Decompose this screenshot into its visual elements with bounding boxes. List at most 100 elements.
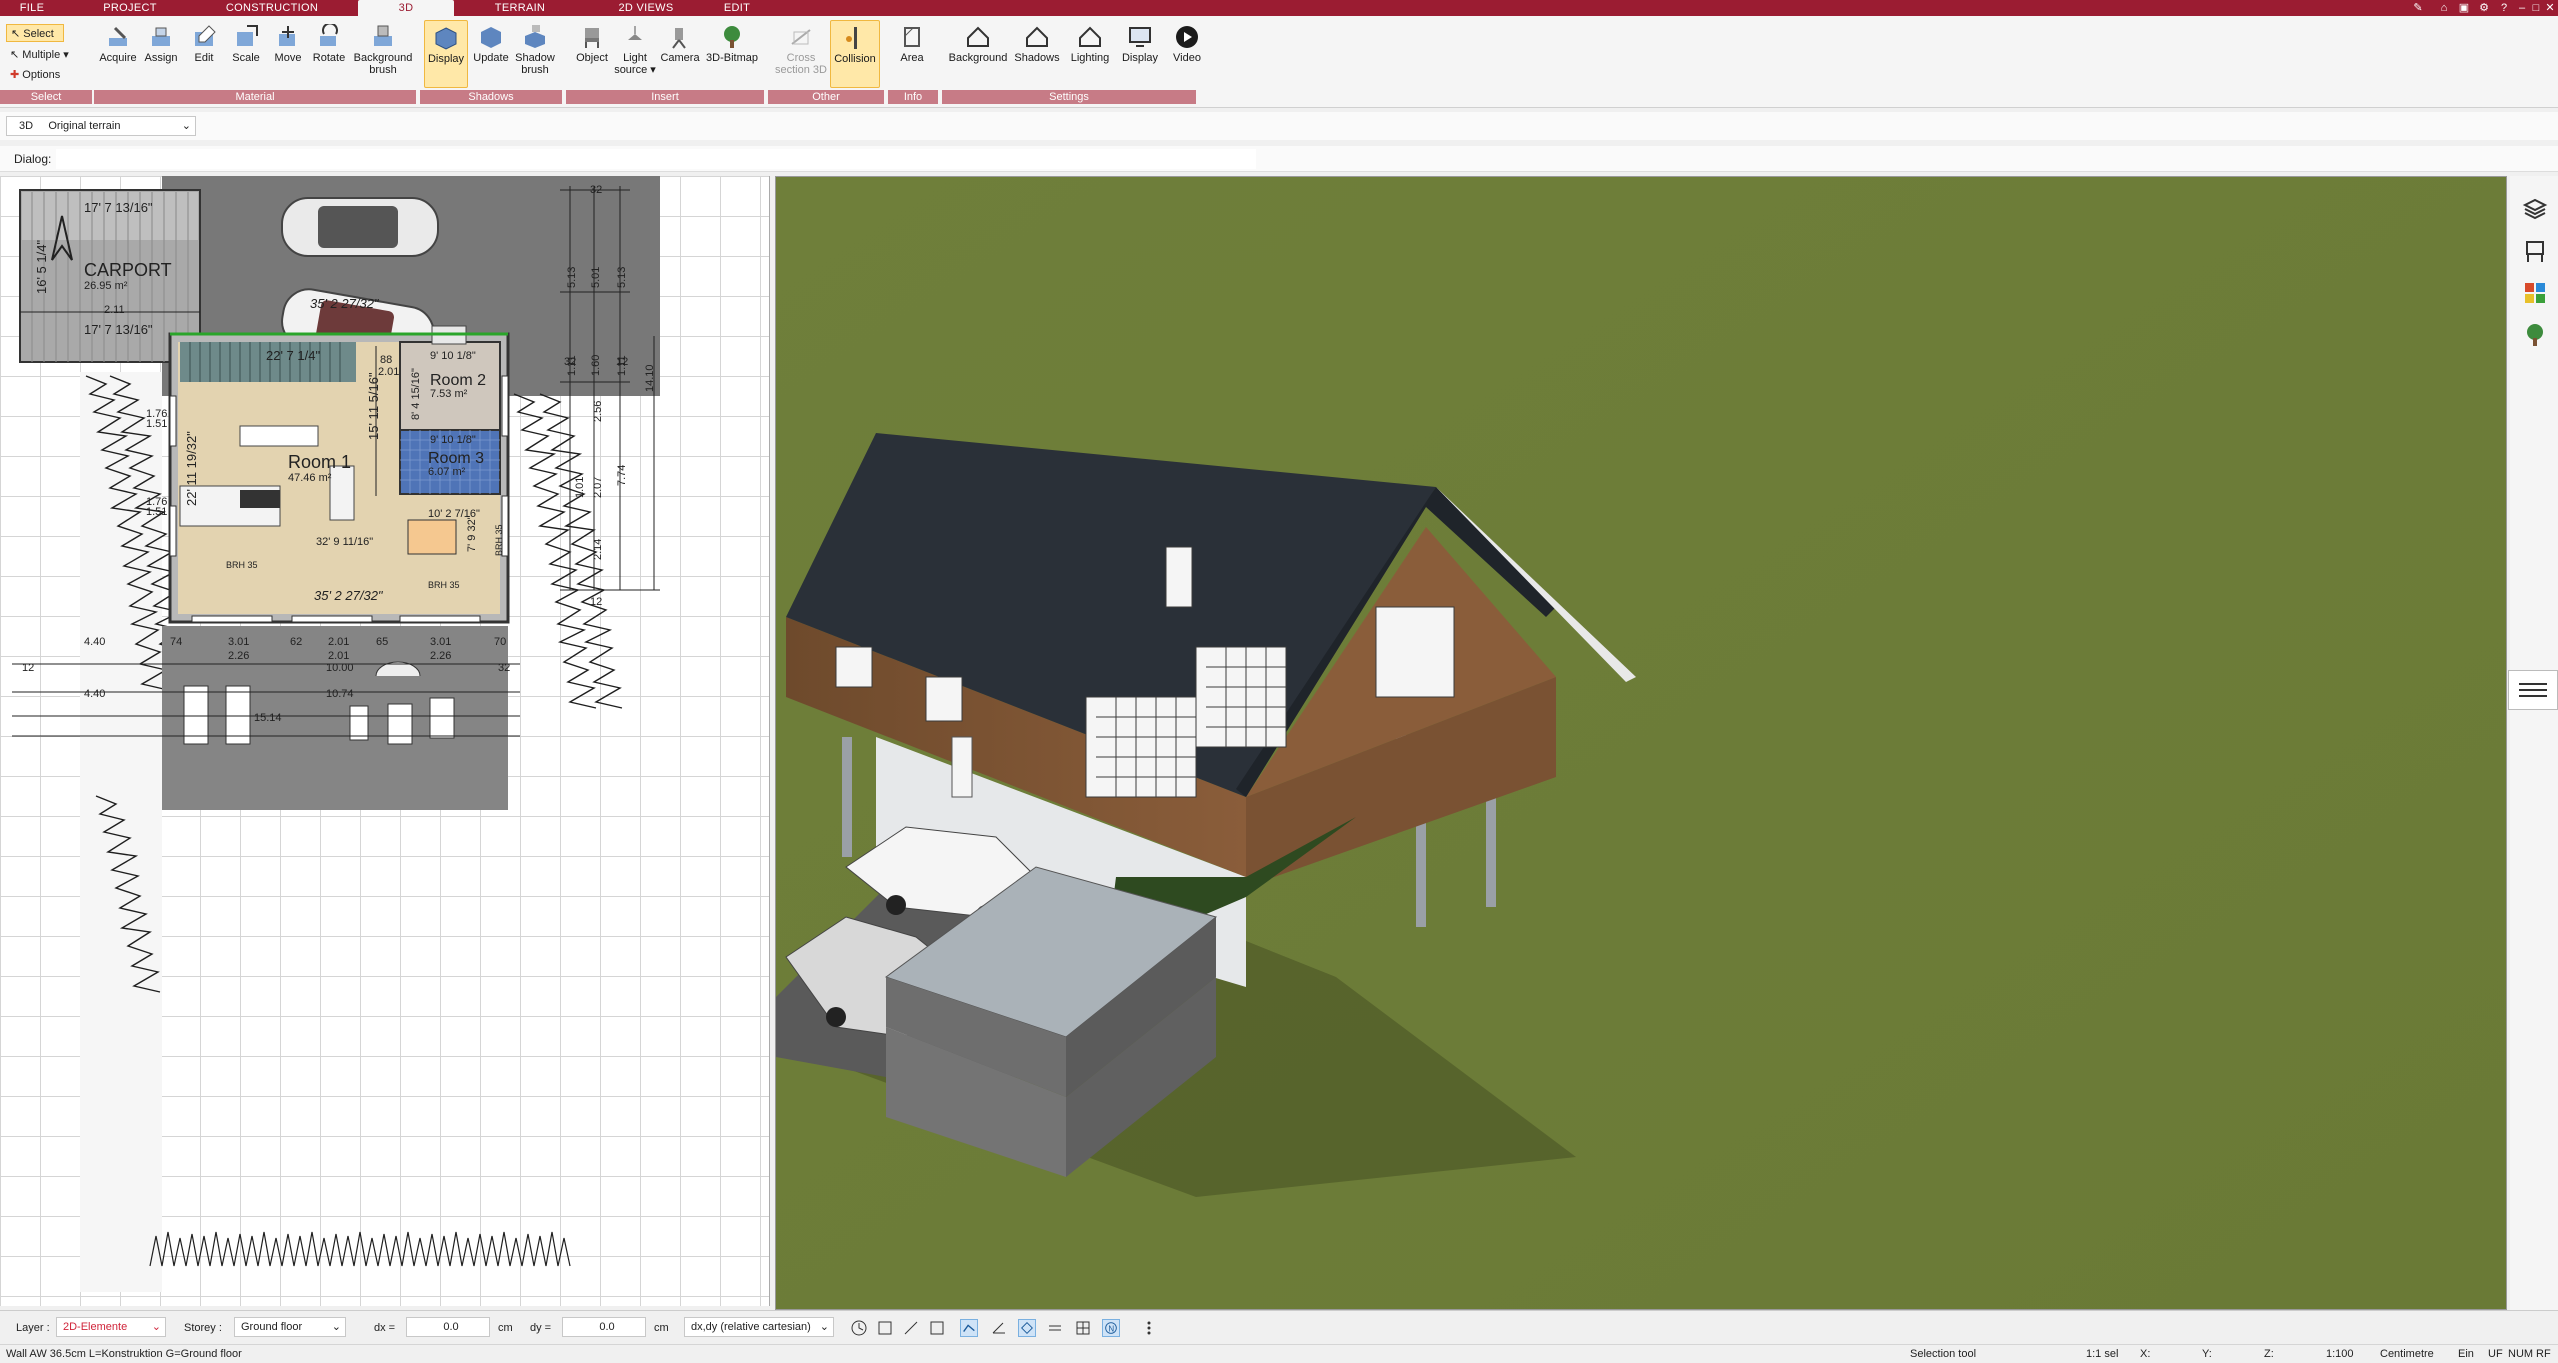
dx-unit: cm xyxy=(498,1322,513,1334)
help-icon[interactable]: ? xyxy=(2498,2,2510,14)
layers-icon[interactable] xyxy=(2522,196,2548,222)
video-button[interactable]: Video xyxy=(1166,20,1208,88)
acquire-button[interactable]: Acquire xyxy=(96,20,140,88)
tab-construction[interactable]: CONSTRUCTION xyxy=(222,0,322,16)
right-dim-9: 2.56 xyxy=(592,400,604,422)
lower-dim-1: 4.40 xyxy=(84,636,106,648)
layout-icon[interactable]: ▣ xyxy=(2458,2,2470,14)
tab-project[interactable]: PROJECT xyxy=(90,0,170,16)
move-button[interactable]: Move xyxy=(268,20,308,88)
layers-small-icon[interactable] xyxy=(1046,1319,1064,1337)
camera-icon xyxy=(672,28,686,49)
north-icon[interactable]: N xyxy=(1102,1319,1120,1337)
angle-icon[interactable] xyxy=(990,1319,1008,1337)
layer-select[interactable]: 2D-Elemente ⌄ xyxy=(56,1317,166,1337)
settings-icon[interactable]: ⚙ xyxy=(2478,2,2490,14)
right-dim-11: 2.14 xyxy=(592,538,604,560)
close-icon[interactable]: ✕ xyxy=(2544,2,2556,14)
status-selection-count: 1:1 sel xyxy=(2086,1348,2119,1360)
lower-dim-11: 2.26 xyxy=(430,650,452,662)
scale-button[interactable]: Scale xyxy=(226,20,266,88)
carport-width-top: 17' 7 13/16" xyxy=(84,200,153,215)
edit-material-button[interactable]: Edit xyxy=(184,20,224,88)
hedge-right-strokes xyxy=(513,393,623,709)
background-settings-button[interactable]: Background xyxy=(946,20,1010,88)
tab-3d[interactable]: 3D xyxy=(358,0,454,16)
dx-input[interactable]: 0.0 xyxy=(406,1317,490,1337)
carport-width-bottom: 17' 7 13/16" xyxy=(84,322,153,337)
status-rf: RF xyxy=(2536,1348,2551,1360)
grid-snap-icon[interactable] xyxy=(928,1319,946,1337)
right-dim-8: 7.74 xyxy=(616,464,628,486)
group-label-material: Material xyxy=(94,90,416,104)
tools-icon[interactable]: ✎ xyxy=(2412,2,2424,14)
object-snap-icon[interactable] xyxy=(1018,1319,1036,1337)
coordinate-mode-select[interactable]: dx,dy (relative cartesian) ⌄ xyxy=(684,1317,834,1337)
tab-file[interactable]: FILE xyxy=(0,0,64,16)
maximize-icon[interactable]: □ xyxy=(2530,2,2542,14)
snap-icon[interactable] xyxy=(876,1319,894,1337)
shadow-brush-button[interactable]: Shadow brush xyxy=(512,20,558,88)
select-button[interactable]: ↖ Select xyxy=(6,24,64,42)
object-button[interactable]: Object xyxy=(570,20,614,88)
furniture-icon[interactable] xyxy=(2522,238,2548,264)
panel-toggle-button[interactable] xyxy=(2508,670,2558,710)
group-label-info: Info xyxy=(888,90,938,104)
assign-button[interactable]: Assign xyxy=(140,20,182,88)
collision-button[interactable]: Collision xyxy=(830,20,880,88)
dialog-input[interactable] xyxy=(56,149,1256,169)
materials-icon[interactable] xyxy=(2522,280,2548,306)
brush-icon xyxy=(374,25,392,46)
storey-label: Storey : xyxy=(184,1322,222,1334)
floor-plan-2d-view[interactable]: 17' 7 13/16" CARPORT 26.95 m² 17' 7 13/1… xyxy=(0,176,770,1306)
lighting-house-icon xyxy=(1079,26,1101,47)
plants-icon[interactable] xyxy=(2522,322,2548,348)
storey-select[interactable]: Ground floor ⌄ xyxy=(234,1317,346,1337)
home-icon[interactable]: ⌂ xyxy=(2438,2,2450,14)
tab-2d-views[interactable]: 2D VIEWS xyxy=(604,0,688,16)
status-uf: UF xyxy=(2488,1348,2503,1360)
more-options-icon[interactable] xyxy=(1140,1319,1158,1337)
background-brush-button[interactable]: Background brush xyxy=(352,20,414,88)
dy-input[interactable]: 0.0 xyxy=(562,1317,646,1337)
tab-terrain[interactable]: TERRAIN xyxy=(480,0,560,16)
lower-dim-17: 15.14 xyxy=(254,712,282,724)
minimize-icon[interactable]: – xyxy=(2516,2,2528,14)
multi-cursor-icon: ↖ xyxy=(10,49,20,61)
chevron-down-icon: ⌄ xyxy=(331,1321,341,1333)
area-button[interactable]: Area xyxy=(892,20,932,88)
options-button[interactable]: ✚ Options xyxy=(6,66,60,84)
status-bar: Wall AW 36.5cm L=Konstruktion G=Ground f… xyxy=(0,1344,2558,1363)
rotate-button[interactable]: Rotate xyxy=(308,20,350,88)
cube-icon xyxy=(435,27,457,50)
monitor-icon xyxy=(1129,27,1151,47)
clock-icon[interactable] xyxy=(850,1319,868,1337)
driveway-width: 35' 2 27/32" xyxy=(310,296,379,311)
tab-edit[interactable]: EDIT xyxy=(712,0,762,16)
cross-section-3d-button[interactable]: Cross section 3D xyxy=(774,20,828,88)
lower-dim-10: 2.01 xyxy=(328,650,350,662)
status-x: X: xyxy=(2140,1348,2151,1360)
floor-plan-drawing xyxy=(12,176,660,1292)
shadow-brush-icon xyxy=(525,25,545,48)
light-source-button[interactable]: Light source ▾ xyxy=(614,20,656,88)
terrain-view-select[interactable]: 3D Original terrain ⌄ xyxy=(6,116,196,136)
line-snap-icon[interactable] xyxy=(960,1319,978,1337)
edit-material-icon xyxy=(195,25,216,46)
grid-icon[interactable] xyxy=(1074,1319,1092,1337)
3d-bitmap-button[interactable]: 3D-Bitmap xyxy=(704,20,760,88)
3d-view[interactable] xyxy=(775,176,2507,1310)
rotate-icon xyxy=(320,24,338,46)
display-shadows-button[interactable]: Display xyxy=(424,20,468,88)
shadows-settings-button[interactable]: Shadows xyxy=(1010,20,1064,88)
lower-dim-4: 62 xyxy=(290,636,303,648)
ortho-icon[interactable] xyxy=(902,1319,920,1337)
group-label-shadows: Shadows xyxy=(420,90,562,104)
lower-dim-6: 65 xyxy=(376,636,389,648)
update-shadows-button[interactable]: Update xyxy=(470,20,512,88)
display-settings-button[interactable]: Display xyxy=(1116,20,1164,88)
lighting-settings-button[interactable]: Lighting xyxy=(1064,20,1116,88)
camera-button[interactable]: Camera xyxy=(656,20,704,88)
dim-88: 88 xyxy=(380,354,393,366)
multiple-button[interactable]: ↖ Multiple ▾ xyxy=(6,46,69,64)
